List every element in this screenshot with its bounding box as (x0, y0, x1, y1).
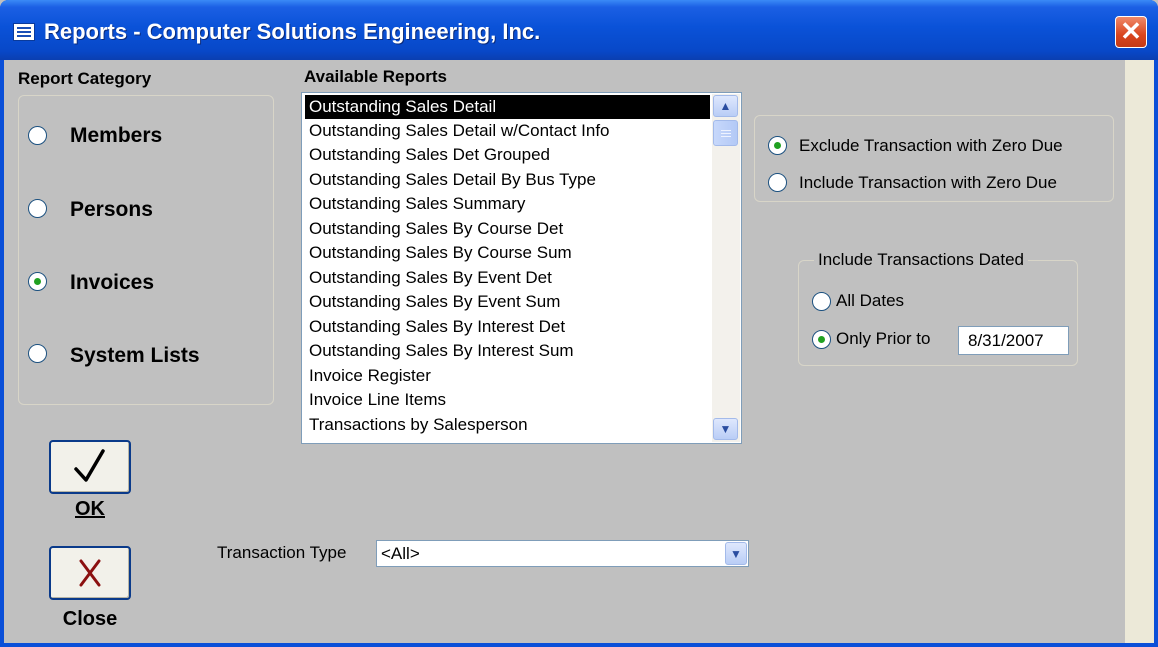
close-button[interactable] (49, 546, 131, 600)
list-item[interactable]: Outstanding Sales By Event Sum (305, 290, 710, 314)
radio-all-dates[interactable] (812, 292, 831, 311)
list-item[interactable]: Outstanding Sales By Course Det (305, 217, 710, 241)
transaction-type-value: <All> (381, 544, 420, 563)
all-dates-label: All Dates (836, 291, 905, 310)
reports-window: Reports - Computer Solutions Engineering… (0, 0, 1158, 647)
list-item[interactable]: Outstanding Sales Det Grouped (305, 143, 710, 167)
ok-button[interactable] (49, 440, 131, 494)
checkmark-icon (74, 449, 105, 482)
radio-system-lists[interactable] (28, 344, 47, 363)
radio-include-zero-due[interactable] (768, 173, 787, 192)
only-prior-to-label: Only Prior to (836, 329, 931, 348)
list-item[interactable]: Outstanding Sales Detail (305, 95, 710, 119)
radio-invoices[interactable] (28, 272, 47, 291)
scroll-down-icon[interactable]: ▼ (713, 418, 738, 440)
window-close-button[interactable]: ✕ (1115, 16, 1147, 48)
right-edge-panel (1125, 60, 1154, 643)
transaction-type-select[interactable]: <All> ▼ (376, 540, 749, 567)
ok-caption: OK (75, 498, 105, 520)
category-label-invoices: Invoices (70, 271, 155, 294)
scroll-up-icon[interactable]: ▲ (713, 95, 738, 117)
close-caption: Close (62, 608, 118, 630)
list-item[interactable]: Outstanding Sales By Event Det (305, 266, 710, 290)
window-title: Reports - Computer Solutions Engineering… (44, 19, 541, 44)
list-item[interactable]: Outstanding Sales Detail By Bus Type (305, 168, 710, 192)
include-zero-due-label: Include Transaction with Zero Due (799, 173, 1057, 192)
report-category-heading: Report Category (18, 69, 152, 88)
list-item[interactable]: Outstanding Sales Detail w/Contact Info (305, 119, 710, 143)
reports-scrollbar[interactable]: ▲ ▼ (712, 94, 740, 442)
radio-persons[interactable] (28, 199, 47, 218)
list-item[interactable]: Outstanding Sales Summary (305, 192, 710, 216)
list-item[interactable]: Outstanding Sales By Interest Det (305, 315, 710, 339)
list-item[interactable]: Invoice Register (305, 364, 710, 388)
radio-only-prior-to[interactable] (812, 330, 831, 349)
available-reports-list[interactable]: Outstanding Sales Detail Outstanding Sal… (301, 92, 742, 444)
list-item[interactable]: Outstanding Sales By Interest Sum (305, 339, 710, 363)
transaction-type-label: Transaction Type (217, 543, 347, 562)
scroll-thumb[interactable] (713, 120, 738, 146)
list-item[interactable]: Outstanding Sales By Course Sum (305, 241, 710, 265)
list-item[interactable]: Transactions by Salesperson (305, 413, 710, 437)
radio-exclude-zero-due[interactable] (768, 136, 787, 155)
form-icon (13, 23, 35, 41)
list-item[interactable]: Invoice Line Items (305, 388, 710, 412)
transactions-dated-legend: Include Transactions Dated (814, 250, 1029, 270)
dialog-body: Report Category Members Persons Invoices… (4, 60, 1154, 643)
category-label-system-lists: System Lists (70, 344, 200, 367)
prior-date-field[interactable]: 8/31/2007 (958, 326, 1069, 355)
available-reports-heading: Available Reports (304, 67, 447, 86)
category-label-persons: Persons (70, 198, 153, 221)
report-category-group: Members Persons Invoices System Lists (18, 95, 274, 405)
chevron-down-icon[interactable]: ▼ (725, 542, 747, 565)
title-bar[interactable]: Reports - Computer Solutions Engineering… (0, 0, 1158, 60)
x-icon (79, 559, 101, 587)
category-label-members: Members (70, 124, 163, 147)
zero-due-group: Exclude Transaction with Zero Due Includ… (754, 115, 1114, 202)
exclude-zero-due-label: Exclude Transaction with Zero Due (799, 136, 1063, 155)
transactions-dated-group: Include Transactions Dated All Dates Onl… (798, 250, 1078, 366)
radio-members[interactable] (28, 126, 47, 145)
